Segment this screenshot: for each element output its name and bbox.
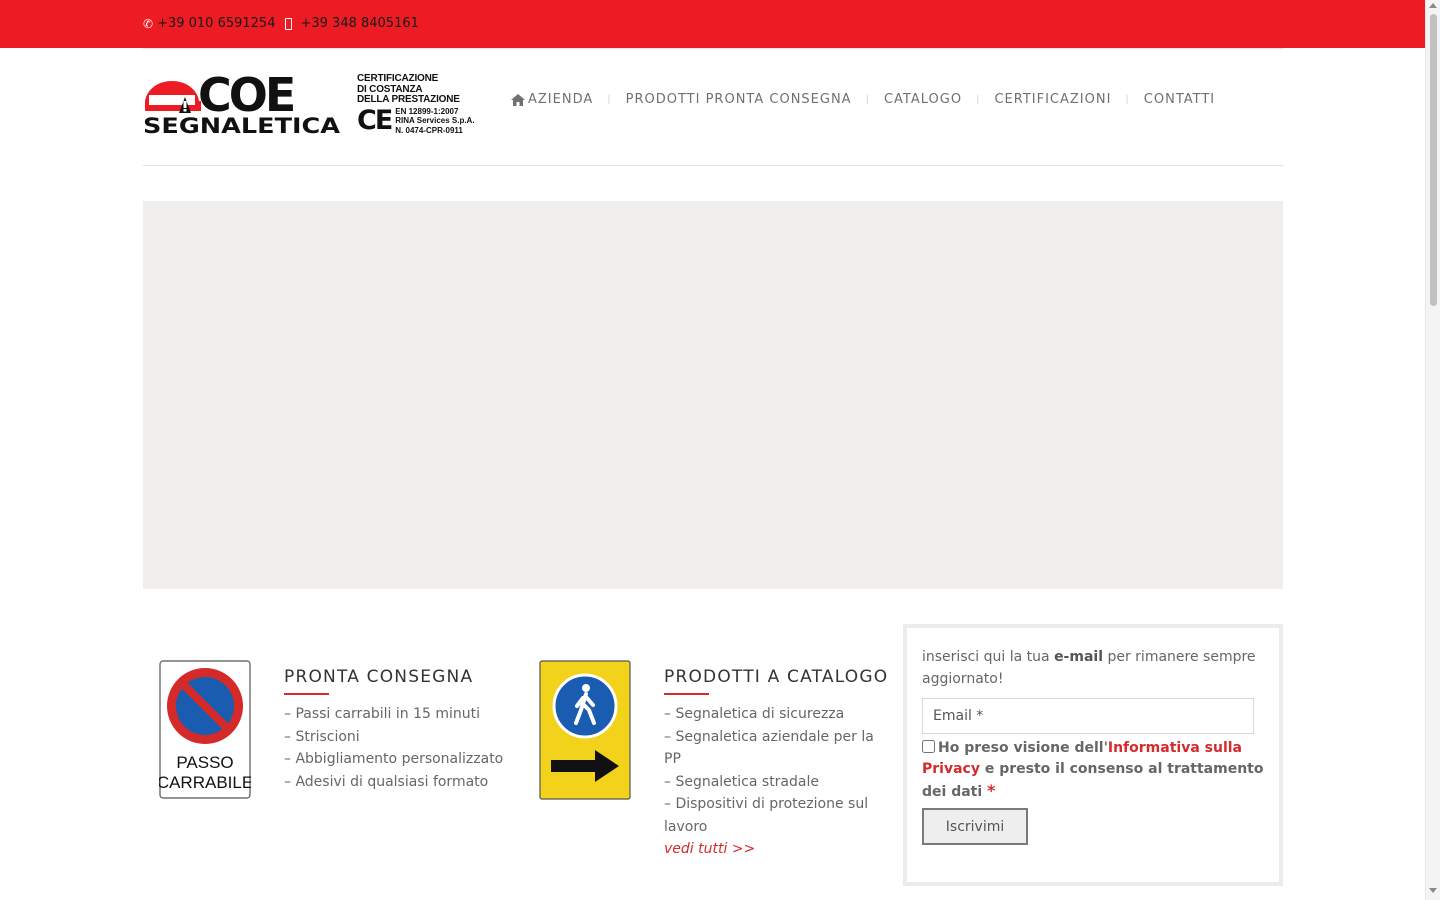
ce-certification-block: CERTIFICAZIONE DI COSTANZA DELLA PRESTAZ… bbox=[357, 73, 487, 136]
intro-email-word: e-mail bbox=[1054, 649, 1104, 665]
title-underline bbox=[664, 693, 709, 695]
passo-carrabile-sign-image[interactable]: PASSO CARRABILE bbox=[159, 660, 251, 799]
sign-text-passo: PASSO bbox=[176, 753, 233, 772]
consent-text: Ho preso visione dell' bbox=[938, 740, 1108, 756]
scrollbar-thumb[interactable] bbox=[1430, 14, 1437, 306]
page-scrollbar[interactable] bbox=[1425, 0, 1440, 900]
list-item: – Adesivi di qualsiasi formato bbox=[284, 773, 489, 790]
scroll-up-arrow-icon[interactable] bbox=[1429, 3, 1437, 8]
privacy-consent: Ho preso visione dell'Informativa sulla … bbox=[922, 738, 1267, 803]
nav-separator: | bbox=[607, 94, 612, 105]
nav-item-contatti[interactable]: CONTATTI bbox=[1144, 92, 1215, 107]
scroll-down-arrow-icon[interactable] bbox=[1429, 888, 1437, 893]
nav-item-azienda[interactable]: AZIENDA bbox=[511, 92, 593, 107]
privacy-checkbox[interactable] bbox=[922, 740, 935, 753]
subscribe-button[interactable]: Iscrivimi bbox=[922, 808, 1028, 845]
main-navigation: AZIENDA | PRODOTTI PRONTA CONSEGNA | CAT… bbox=[511, 92, 1215, 107]
top-contact-bar: ✆ +39 010 6591254 +39 348 8405161 bbox=[0, 0, 1425, 48]
mobile-number[interactable]: +39 348 8405161 bbox=[300, 16, 418, 31]
ce-number: N. 0474-CPR-0911 bbox=[395, 125, 463, 135]
ce-mark-icon: CE bbox=[357, 104, 393, 136]
prodotti-catalogo-list: – Segnaletica di sicurezza – Segnaletica… bbox=[664, 703, 886, 861]
ce-standard: EN 12899-1:2007 bbox=[395, 106, 459, 116]
prodotti-catalogo-title: PRODOTTI A CATALOGO bbox=[664, 667, 889, 687]
pronta-consegna-list: – Passi carrabili in 15 minuti – Strisci… bbox=[284, 703, 514, 793]
site-header: COE SEGNALETICA CERTIFICAZIONE DI COSTAN… bbox=[143, 48, 1283, 166]
nav-label-azienda: AZIENDA bbox=[528, 92, 594, 107]
pedestrian-detour-sign-image[interactable] bbox=[539, 660, 631, 800]
email-field[interactable] bbox=[922, 698, 1254, 734]
nav-separator: | bbox=[1125, 94, 1130, 105]
list-item: – Dispositivi di protezione sul lavoro bbox=[664, 796, 869, 835]
nav-item-prodotti-pronta-consegna[interactable]: PRODOTTI PRONTA CONSEGNA bbox=[626, 92, 852, 107]
cert-line-1: CERTIFICAZIONE bbox=[357, 73, 439, 84]
home-icon bbox=[511, 93, 525, 106]
cert-line-3: DELLA PRESTAZIONE bbox=[357, 94, 460, 105]
phone-number[interactable]: +39 010 6591254 bbox=[157, 16, 275, 31]
newsletter-intro: inserisci qui la tua e-mail per rimanere… bbox=[922, 646, 1272, 690]
list-item: – Abbigliamento personalizzato bbox=[284, 751, 504, 767]
newsletter-box: inserisci qui la tua e-mail per rimanere… bbox=[903, 624, 1283, 886]
list-item: – Segnaletica stradale bbox=[664, 773, 819, 790]
list-item: – Passi carrabili in 15 minuti bbox=[284, 706, 481, 722]
sign-text-carrabile: CARRABILE bbox=[159, 773, 251, 792]
nav-item-catalogo[interactable]: CATALOGO bbox=[884, 92, 962, 107]
intro-text: inserisci qui la tua bbox=[922, 649, 1055, 665]
list-item: – Striscioni bbox=[284, 728, 360, 745]
logo-brand-bottom: SEGNALETICA bbox=[143, 114, 341, 137]
phone-icon: ✆ bbox=[143, 16, 154, 31]
hero-slider[interactable] bbox=[143, 201, 1283, 589]
pronta-consegna-title: PRONTA CONSEGNA bbox=[284, 667, 474, 687]
title-underline bbox=[284, 693, 329, 695]
vedi-tutti-link[interactable]: vedi tutti >> bbox=[664, 841, 755, 857]
required-marker: * bbox=[987, 781, 996, 800]
contact-info: ✆ +39 010 6591254 +39 348 8405161 bbox=[143, 16, 419, 31]
nav-separator: | bbox=[976, 94, 981, 105]
ce-certifier: RINA Services S.p.A. bbox=[395, 116, 475, 125]
mobile-phone-icon bbox=[285, 17, 293, 30]
list-item: – Segnaletica aziendale per la PP bbox=[664, 728, 874, 768]
nav-separator: | bbox=[865, 94, 870, 105]
list-item: – Segnaletica di sicurezza bbox=[664, 706, 845, 722]
nav-item-certificazioni[interactable]: CERTIFICAZIONI bbox=[994, 92, 1111, 107]
